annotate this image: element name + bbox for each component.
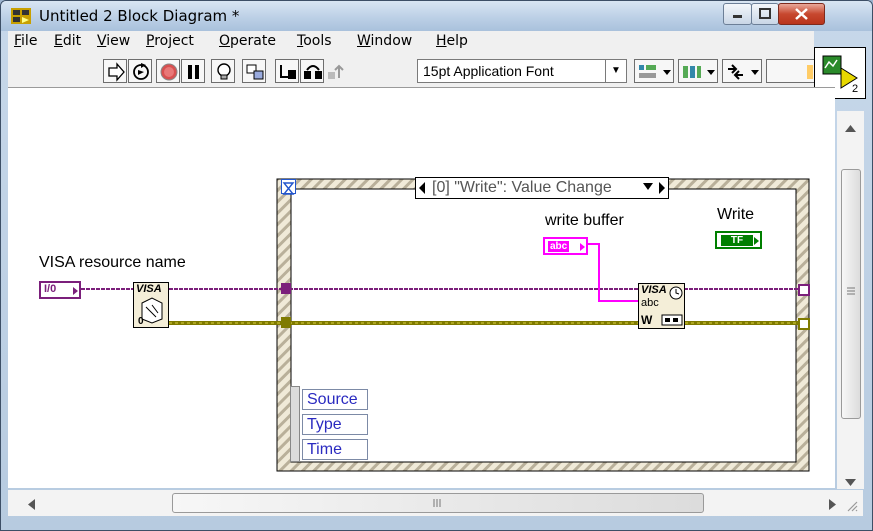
scroll-right-icon[interactable] — [828, 499, 836, 510]
write-boolean-terminal[interactable]: TF — [715, 231, 762, 249]
horizontal-scrollbar[interactable] — [8, 490, 863, 516]
event-data-type[interactable]: Type — [302, 414, 368, 435]
event-data-time[interactable]: Time — [302, 439, 368, 460]
event-data-node[interactable]: Source Type Time — [290, 386, 369, 462]
event-data-source[interactable]: Source — [302, 389, 368, 410]
next-case-icon[interactable] — [659, 182, 665, 194]
output-arrow-icon — [73, 287, 78, 295]
clock-icon — [669, 286, 683, 300]
visa-resource-terminal[interactable]: I/0 — [39, 281, 81, 299]
case-dropdown-icon[interactable] — [643, 183, 653, 190]
visa-resource-label: VISA resource name — [39, 254, 186, 271]
horizontal-scroll-thumb[interactable] — [172, 493, 704, 513]
serial-port-icon — [661, 314, 683, 326]
visa-open-icon: 0 — [138, 297, 163, 325]
scroll-up-icon[interactable] — [845, 125, 856, 133]
write-buffer-label: write buffer — [545, 212, 624, 229]
scroll-left-icon[interactable] — [28, 499, 36, 510]
output-arrow-icon — [754, 237, 759, 245]
visa-open-function[interactable]: VISA 0 — [133, 282, 169, 328]
hourglass-icon — [282, 182, 295, 195]
previous-case-icon[interactable] — [419, 182, 425, 194]
write-buffer-terminal[interactable]: abc — [543, 237, 588, 255]
grip-icon — [847, 287, 855, 295]
svg-text:0: 0 — [138, 316, 144, 325]
vertical-scroll-thumb[interactable] — [841, 169, 861, 419]
event-case-selector[interactable]: [0] "Write": Value Change — [415, 177, 669, 199]
event-case-label: [0] "Write": Value Change — [432, 179, 612, 196]
event-structure-timeout-terminal[interactable] — [281, 179, 296, 195]
scroll-down-icon[interactable] — [845, 479, 856, 487]
event-data-node-handle[interactable] — [290, 386, 300, 462]
vertical-scrollbar[interactable] — [837, 111, 864, 489]
write-button-label: Write — [717, 206, 755, 223]
block-diagram-window: Untitled 2 Block Diagram * File Edit Vie… — [0, 0, 873, 531]
output-arrow-icon — [580, 243, 585, 251]
visa-write-function[interactable]: VISA abc W — [638, 283, 685, 329]
resize-grip-icon[interactable] — [846, 500, 858, 512]
grip-icon — [433, 499, 441, 507]
